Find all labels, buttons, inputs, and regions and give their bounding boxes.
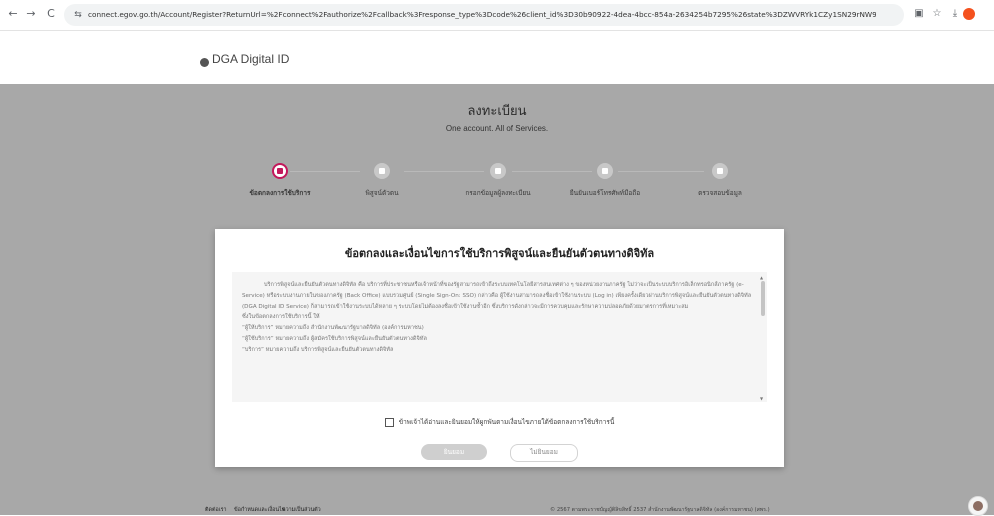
step-label: ตรวจสอบข้อมูล [698, 189, 742, 197]
step-label: กรอกข้อมูลผู้ลงทะเบียน [465, 189, 531, 197]
page-subtitle: One account. All of Services. [445, 124, 549, 133]
user-icon [490, 163, 506, 179]
site-info-icon[interactable]: ⇆ [71, 8, 85, 22]
terms-paragraph: บริการพิสูจน์และยืนยันตัวตนทางดิจิทัล คื… [242, 282, 752, 310]
terms-paragraph: ซึ่งในข้อตกลงการใช้บริการนี้ ให้ [242, 314, 320, 321]
page-title: ลงทะเบียน [467, 104, 527, 119]
step-label: พิสูจน์ตัวตน [365, 189, 399, 197]
terms-scroll-area[interactable]: บริการพิสูจน์และยืนยันตัวตนทางดิจิทัล คื… [232, 272, 767, 402]
address-bar[interactable]: ⇆ connect.egov.go.th/Account/Register?Re… [64, 4, 904, 26]
translate-icon[interactable]: ▣ [912, 7, 926, 21]
phone-icon [597, 163, 613, 179]
browser-toolbar: ← → C ⇆ connect.egov.go.th/Account/Regis… [0, 0, 994, 31]
step-identity: พิสูจน์ตัวตน [322, 163, 442, 198]
bookmark-star-icon[interactable]: ☆ [930, 7, 944, 21]
footer-link-privacy[interactable]: ความเป็นส่วนตัว [282, 506, 321, 514]
identity-icon [374, 163, 390, 179]
site-logo[interactable]: DGA Digital ID [212, 52, 289, 66]
scroll-up-arrow[interactable]: ▲ [760, 275, 763, 280]
site-header [0, 31, 994, 84]
footer-link-terms[interactable]: ข้อกำหนดและเงื่อนไข [234, 506, 285, 514]
terms-dialog: ข้อตกลงและเงื่อนไขการใช้บริการพิสูจน์และ… [215, 229, 784, 467]
decline-button[interactable]: ไม่ยินยอม [510, 444, 578, 462]
footer-link-contact[interactable]: ติดต่อเรา [205, 506, 227, 514]
step-review: ตรวจสอบข้อมูล [660, 163, 780, 198]
reload-icon[interactable]: C [43, 6, 59, 22]
scrollbar-thumb[interactable] [761, 281, 765, 316]
dga-logo-icon [200, 58, 209, 67]
forward-icon[interactable]: → [23, 6, 39, 22]
document-icon [272, 163, 288, 179]
terms-text: บริการพิสูจน์และยืนยันตัวตนทางดิจิทัล คื… [242, 280, 752, 356]
accept-button[interactable]: ยินยอม [421, 444, 487, 460]
terms-paragraph: “บริการ” หมายความถึง บริการพิสูจน์และยืน… [242, 346, 394, 353]
review-icon [712, 163, 728, 179]
terms-paragraph: “ผู้ให้บริการ” หมายความถึง สำนักงานพัฒนา… [242, 325, 424, 332]
back-icon[interactable]: ← [5, 6, 21, 22]
footer-copyright: © 2567 ตามพระราชบัญญัติลิขสิทธิ์ 2537 สำ… [550, 507, 770, 513]
terms-paragraph: “ผู้ใช้บริการ” หมายความถึง ผู้สมัครใช้บร… [242, 335, 427, 342]
scroll-down-arrow[interactable]: ▼ [760, 396, 763, 401]
chat-widget-button[interactable] [968, 496, 988, 516]
agree-row: ข้าพเจ้าได้อ่านและยินยอมให้ผูกพันตามเงื่… [215, 417, 784, 427]
step-phone-verify: ยืนยันเบอร์โทรศัพท์มือถือ [545, 163, 665, 198]
step-registrant-info: กรอกข้อมูลผู้ลงทะเบียน [438, 163, 558, 198]
download-icon[interactable]: ⤓ [948, 7, 962, 21]
agree-label[interactable]: ข้าพเจ้าได้อ่านและยินยอมให้ผูกพันตามเงื่… [399, 418, 615, 426]
step-label: ยืนยันเบอร์โทรศัพท์มือถือ [569, 189, 641, 197]
url-text[interactable]: connect.egov.go.th/Account/Register?Retu… [88, 4, 876, 26]
agree-checkbox[interactable] [384, 417, 394, 427]
profile-avatar[interactable] [963, 8, 975, 20]
dialog-title: ข้อตกลงและเงื่อนไขการใช้บริการพิสูจน์และ… [344, 247, 655, 260]
chat-icon [973, 501, 983, 511]
